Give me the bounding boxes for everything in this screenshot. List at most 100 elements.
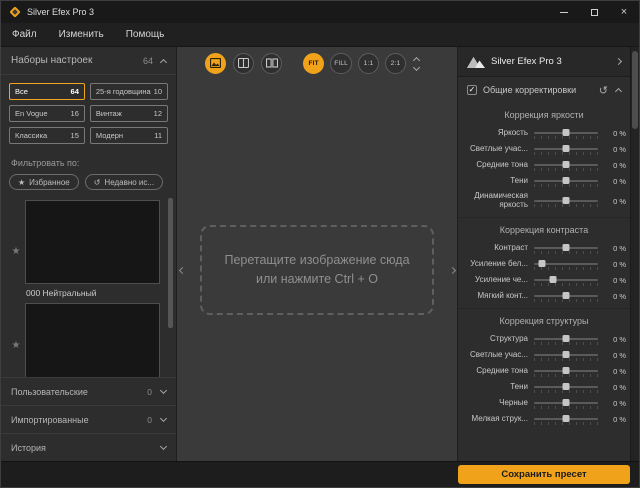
minimize-button[interactable] [549,1,579,23]
section-imported-presets[interactable]: Импортированные 0 [1,405,176,433]
collapse-up-icon[interactable] [160,58,167,65]
dynamic-brightness-slider[interactable] [534,194,598,208]
chevron-down-icon[interactable] [160,415,167,422]
fine-structure-slider[interactable] [534,412,598,426]
favorites-filter-label: Избранное [29,178,70,187]
silver-efex-logo-icon [467,55,485,68]
image-icon [210,58,221,68]
midtones-slider[interactable] [534,158,598,172]
global-adjustments-row[interactable]: ✓ Общие корректировки ↺ [458,77,630,103]
slider-thumb[interactable] [563,197,570,204]
slider-thumb[interactable] [563,335,570,342]
slider-thumb[interactable] [563,367,570,374]
structure-shadows-slider[interactable] [534,380,598,394]
reset-icon[interactable]: ↺ [599,84,608,97]
preset-thumbnail[interactable] [25,200,160,284]
slider-value: 0 % [598,335,626,344]
contrast-slider[interactable] [534,241,598,255]
preset-item[interactable]: ★ [7,303,160,377]
shadows-slider[interactable] [534,174,598,188]
structure-highlights-slider[interactable] [534,348,598,362]
section-custom-presets[interactable]: Пользовательские 0 [1,377,176,405]
structure-midtones-slider[interactable] [534,364,598,378]
slider-thumb[interactable] [563,399,570,406]
preset-list-scrollbar[interactable] [168,196,173,375]
zoom-200-button[interactable]: 2:1 [385,53,406,74]
section-history[interactable]: История [1,433,176,461]
image-dropzone[interactable]: Перетащите изображение сюда или нажмите … [200,225,434,315]
slider-thumb[interactable] [538,260,545,267]
preset-item[interactable]: ★ 000 Нейтральный [7,200,160,303]
side-by-side-view-button[interactable] [261,53,282,74]
preset-thumbnail[interactable] [25,303,160,377]
chevron-left-icon [178,266,185,273]
maximize-button[interactable] [579,1,609,23]
recent-filter-button[interactable]: ↺ Недавно ис... [85,174,163,190]
category-anniversary-button[interactable]: 25-я годовщина 10 [90,83,168,100]
save-preset-button[interactable]: Сохранить пресет [458,465,630,484]
slider-label: Средние тона [458,367,534,376]
slider-thumb[interactable] [563,145,570,152]
category-classic-button[interactable]: Классика 15 [9,127,85,144]
zoom-fit-button[interactable]: FIT [303,53,324,74]
category-modern-button[interactable]: Модерн 11 [90,127,168,144]
slider-thumb[interactable] [563,383,570,390]
favorites-filter-button[interactable]: ★ Избранное [9,174,79,190]
side-by-side-icon [266,58,278,68]
chevron-down-icon[interactable] [160,443,167,450]
slider-row: Светлые учас... 0 % [458,347,630,363]
slider-thumb[interactable] [563,161,570,168]
category-all-button[interactable]: Все 64 [9,83,85,100]
zoom-fill-button[interactable]: FILL [330,53,352,74]
brightness-slider[interactable] [534,126,598,140]
menu-file[interactable]: Файл [1,23,48,46]
menu-edit[interactable]: Изменить [48,23,115,46]
scrollbar-thumb[interactable] [632,51,638,129]
slider-thumb[interactable] [563,177,570,184]
slider-value: 0 % [598,244,626,253]
chevron-right-icon[interactable] [615,58,622,65]
favorite-star-icon[interactable]: ★ [7,200,25,303]
chevron-down-icon[interactable] [160,387,167,394]
slider-thumb[interactable] [563,244,570,251]
menu-bar: Файл Изменить Помощь [1,23,639,47]
structure-slider[interactable] [534,332,598,346]
window-title: Silver Efex Pro 3 [27,7,94,17]
collapse-left-panel-handle[interactable] [177,262,187,278]
presets-header[interactable]: Наборы настроек 64 [1,47,176,75]
slider-thumb[interactable] [550,276,557,283]
favorite-star-icon[interactable]: ★ [7,303,25,377]
category-vintage-button[interactable]: Винтаж 12 [90,105,168,122]
app-window: Silver Efex Pro 3 × Файл Изменить Помощь… [0,0,640,488]
bottom-bar: Сохранить пресет [1,461,639,487]
presets-count: 64 [143,56,153,66]
slider-label: Тени [458,383,534,392]
slider-thumb[interactable] [563,415,570,422]
scrollbar-thumb[interactable] [168,198,173,328]
highlights-slider[interactable] [534,142,598,156]
slider-thumb[interactable] [563,351,570,358]
zoom-stepper[interactable] [414,55,419,72]
blacks-slider[interactable] [534,396,598,410]
soft-contrast-slider[interactable] [534,289,598,303]
maximize-icon [591,9,598,16]
category-count: 12 [154,109,162,118]
amplify-whites-slider[interactable] [534,257,598,271]
zoom-100-button[interactable]: 1:1 [358,53,379,74]
image-canvas[interactable]: Перетащите изображение сюда или нажмите … [177,79,457,461]
close-button[interactable]: × [609,1,639,23]
right-panel-wrap: Silver Efex Pro 3 ✓ Общие корректировки … [457,47,639,461]
global-adjustments-checkbox[interactable]: ✓ [467,85,477,95]
split-view-button[interactable] [233,53,254,74]
presets-title: Наборы настроек [11,55,143,66]
chevron-down-icon [413,63,420,70]
slider-thumb[interactable] [563,292,570,299]
right-panel-scrollbar[interactable] [630,47,639,461]
category-envogue-button[interactable]: En Vogue 16 [9,105,85,122]
chevron-up-icon[interactable] [615,88,622,95]
collapse-right-panel-handle[interactable] [447,262,457,278]
slider-thumb[interactable] [563,129,570,136]
menu-help[interactable]: Помощь [115,23,176,46]
amplify-blacks-slider[interactable] [534,273,598,287]
single-view-button[interactable] [205,53,226,74]
